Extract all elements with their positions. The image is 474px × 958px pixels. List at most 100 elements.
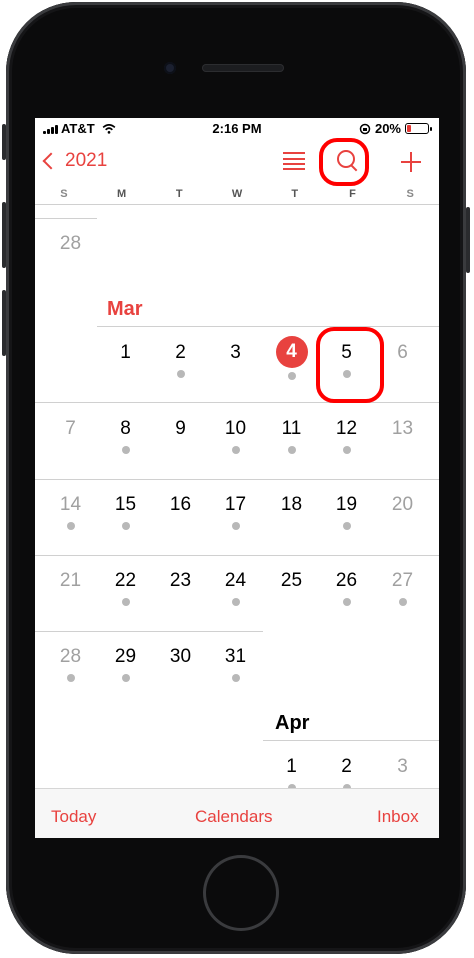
power-button: [466, 207, 470, 273]
event-dot: [231, 522, 240, 530]
day-cell[interactable]: 31: [208, 646, 263, 682]
day-number: 9: [175, 418, 186, 439]
day-cell[interactable]: 15: [98, 494, 153, 530]
day-number: 23: [169, 570, 192, 591]
day-number: 10: [224, 418, 247, 439]
event-dot: [287, 446, 296, 454]
event-dot: [121, 598, 130, 606]
month-label-mar: Mar: [107, 298, 143, 320]
day-cell[interactable]: 2: [319, 756, 374, 792]
back-label: 2021: [65, 150, 108, 171]
day-cell[interactable]: 2: [153, 342, 208, 378]
day-cell[interactable]: 9: [153, 418, 208, 440]
orientation-lock-icon: [359, 123, 371, 134]
list-view-icon[interactable]: [283, 152, 305, 170]
day-cell[interactable]: 1: [98, 342, 153, 364]
day-number: 7: [65, 418, 76, 439]
day-number: 2: [175, 342, 186, 363]
weekday-label: M: [116, 188, 127, 200]
day-cell[interactable]: 27: [375, 570, 430, 606]
row-divider: [35, 479, 439, 480]
day-number: 11: [281, 418, 302, 439]
event-dot: [66, 674, 75, 682]
day-number: 3: [230, 342, 241, 363]
today-button[interactable]: Today: [51, 807, 96, 827]
day-cell[interactable]: 20: [375, 494, 430, 516]
day-cell[interactable]: 17: [208, 494, 263, 530]
event-dot: [342, 598, 351, 606]
weekday-label: F: [349, 188, 356, 200]
day-number: 17: [224, 494, 247, 515]
day-cell[interactable]: 26: [319, 570, 374, 606]
mute-switch: [2, 124, 6, 160]
search-icon[interactable]: [337, 150, 355, 168]
add-event-icon[interactable]: [401, 152, 421, 172]
day-cell[interactable]: 8: [98, 418, 153, 454]
day-cell[interactable]: 12: [319, 418, 374, 454]
weekday-label: T: [175, 188, 183, 200]
chevron-left-icon: [42, 152, 60, 170]
day-cell[interactable]: 1: [264, 756, 319, 792]
event-dot: [66, 522, 75, 530]
day-number: 25: [280, 570, 303, 591]
today-cell[interactable]: 4: [264, 336, 319, 380]
day-number: 30: [169, 646, 192, 667]
day-cell[interactable]: 7: [43, 418, 98, 440]
calendar-screen: AT&T 2:16 PM 20% 2021 S M T W T F S 28 M…: [35, 118, 439, 838]
search-annotation-circle: [319, 138, 369, 186]
day-number: 18: [280, 494, 303, 515]
day-number: 24: [224, 570, 247, 591]
event-dot: [342, 522, 351, 530]
day-cell[interactable]: 22: [98, 570, 153, 606]
status-right: 20%: [359, 121, 432, 136]
weekday-label: S: [406, 188, 414, 200]
day-cell[interactable]: 28: [43, 233, 98, 255]
day-number: 1: [286, 756, 297, 777]
tab-bar: Today Calendars Inbox: [35, 788, 439, 838]
month-label-apr: Apr: [275, 712, 310, 734]
day-number: 14: [59, 494, 82, 515]
day-cell[interactable]: 3: [208, 342, 263, 364]
day-cell[interactable]: 3: [375, 756, 430, 778]
calendars-button[interactable]: Calendars: [195, 807, 273, 827]
day-cell[interactable]: 23: [153, 570, 208, 592]
day-cell[interactable]: 30: [153, 646, 208, 668]
front-camera-icon: [164, 62, 176, 74]
day-cell[interactable]: 24: [208, 570, 263, 606]
day-number: 1: [120, 342, 131, 363]
event-dot: [342, 446, 351, 454]
event-dot: [121, 674, 130, 682]
day-cell[interactable]: 25: [264, 570, 319, 592]
day-cell[interactable]: 28: [43, 646, 98, 682]
back-to-year-button[interactable]: 2021: [41, 150, 107, 172]
row-divider: [35, 631, 263, 632]
day-number: 28: [59, 646, 82, 667]
day-number: 19: [335, 494, 358, 515]
day-number: 8: [120, 418, 131, 439]
day-cell[interactable]: 29: [98, 646, 153, 682]
day-cell[interactable]: 18: [264, 494, 319, 516]
weekday-header: S M T W T F S: [35, 188, 439, 204]
day-annotation-circle: [316, 327, 384, 403]
month-grid: 28 Mar 1 2 3 4 5 6 7 8 9 10 11 12 13 14 …: [35, 205, 439, 792]
today-number: 4: [275, 336, 308, 368]
row-divider: [35, 218, 97, 219]
day-cell[interactable]: 16: [153, 494, 208, 516]
day-cell[interactable]: 10: [208, 418, 263, 454]
day-number: 16: [169, 494, 192, 515]
day-cell[interactable]: 14: [43, 494, 98, 530]
inbox-button[interactable]: Inbox: [377, 807, 419, 827]
day-cell[interactable]: 21: [43, 570, 98, 592]
day-cell[interactable]: 11: [264, 418, 319, 454]
day-cell[interactable]: 19: [319, 494, 374, 530]
row-divider: [35, 555, 439, 556]
day-number: 20: [391, 494, 414, 515]
row-divider: [263, 740, 439, 741]
day-number: 6: [397, 342, 408, 363]
day-number: 2: [341, 756, 352, 777]
status-bar: AT&T 2:16 PM 20%: [35, 118, 439, 140]
event-dot: [121, 522, 130, 530]
day-number: 31: [224, 646, 247, 667]
day-cell[interactable]: 13: [375, 418, 430, 440]
home-button[interactable]: [206, 858, 276, 928]
